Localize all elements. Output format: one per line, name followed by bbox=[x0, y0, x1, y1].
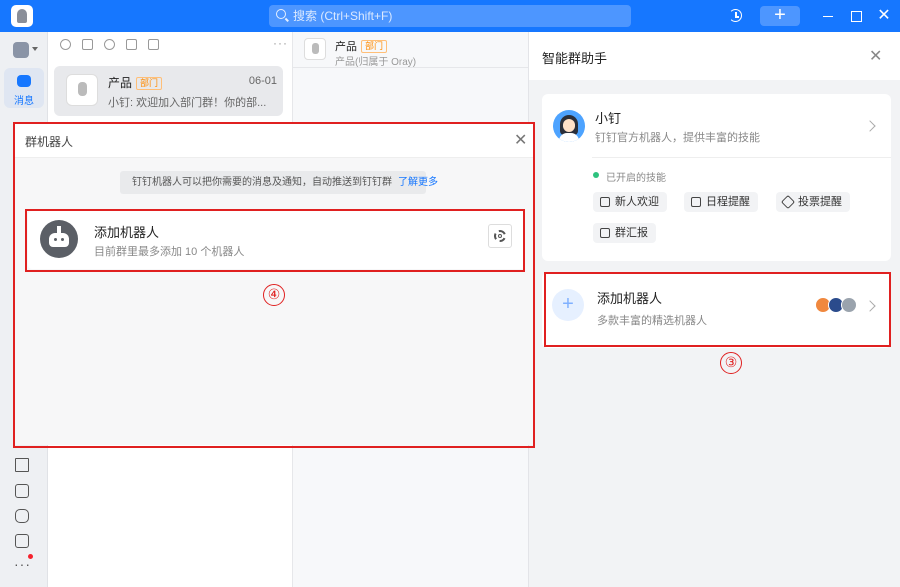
vote-icon bbox=[780, 194, 796, 210]
close-window-button[interactable]: ✕ bbox=[874, 6, 894, 26]
conversation-name: 产品 部门 bbox=[108, 74, 163, 91]
chevron-right-icon[interactable] bbox=[864, 120, 876, 132]
org-switch-icon[interactable] bbox=[13, 42, 29, 58]
annotation-callout-4: ④ bbox=[263, 284, 285, 306]
title-bar: 搜索 (Ctrl+Shift+F) + ✕ bbox=[0, 0, 900, 32]
chat-header: 产品 部门 产品(归属于 Oray) bbox=[293, 32, 528, 68]
folder-icon[interactable] bbox=[15, 534, 29, 548]
history-icon[interactable] bbox=[726, 6, 746, 26]
chat-subtitle: 产品(归属于 Oray) bbox=[335, 57, 417, 68]
skill-chip-schedule[interactable]: 日程提醒 bbox=[684, 192, 758, 212]
annotation-box-4 bbox=[25, 209, 525, 272]
bot-card: 小钉 钉钉官方机器人，提供丰富的技能 已开启的技能 新人欢迎 日程提醒 投票提醒… bbox=[542, 94, 891, 261]
app-logo-icon[interactable] bbox=[11, 5, 33, 27]
department-tag: 部门 bbox=[361, 40, 388, 53]
clock-icon[interactable] bbox=[104, 39, 115, 50]
avatar[interactable] bbox=[553, 110, 585, 142]
tools-icon[interactable] bbox=[15, 458, 29, 472]
panel-title: 智能群助手 bbox=[542, 51, 608, 66]
annotation-callout-3: ③ bbox=[720, 352, 742, 374]
chat-bubble-icon bbox=[17, 75, 31, 87]
conversation-time: 06-01 bbox=[248, 75, 277, 87]
search-input[interactable]: 搜索 (Ctrl+Shift+F) bbox=[269, 5, 631, 27]
skill-chip-report[interactable]: 群汇报 bbox=[593, 223, 656, 243]
divider bbox=[592, 157, 891, 158]
calendar-icon bbox=[691, 197, 701, 207]
message-icon bbox=[600, 197, 610, 207]
close-icon[interactable]: ✕ bbox=[869, 46, 882, 66]
bot-description: 钉钉官方机器人，提供丰富的技能 bbox=[595, 132, 760, 144]
skill-chip-welcome[interactable]: 新人欢迎 bbox=[593, 192, 667, 212]
search-icon bbox=[276, 9, 286, 19]
bot-name[interactable]: 小钉 bbox=[595, 108, 621, 127]
nav-item-messages[interactable]: 消息 bbox=[4, 68, 44, 108]
docs-icon[interactable] bbox=[15, 509, 29, 523]
avatar[interactable] bbox=[304, 38, 326, 60]
assistant-panel-header: 智能群助手 ✕ bbox=[529, 32, 900, 80]
more-icon[interactable]: ··· bbox=[273, 36, 288, 50]
annotation-box-3 bbox=[544, 272, 891, 347]
chat-title: 产品 部门 bbox=[335, 38, 388, 54]
star-icon[interactable] bbox=[82, 39, 93, 50]
report-icon bbox=[600, 228, 610, 238]
mail-icon[interactable] bbox=[15, 484, 29, 498]
status-dot bbox=[593, 172, 599, 178]
skill-chip-vote[interactable]: 投票提醒 bbox=[776, 192, 850, 212]
conversation-preview: 小钉: 欢迎加入部门群！你的部... bbox=[108, 97, 267, 109]
skills-label: 已开启的技能 bbox=[606, 173, 666, 184]
department-tag: 部门 bbox=[136, 77, 163, 90]
search-placeholder: 搜索 (Ctrl+Shift+F) bbox=[293, 9, 393, 23]
list-item[interactable]: 产品 部门 06-01 小钉: 欢迎加入部门群！你的部... bbox=[54, 66, 283, 116]
file-icon[interactable] bbox=[148, 39, 159, 50]
minimize-button[interactable] bbox=[818, 6, 838, 26]
more-icon[interactable]: ··· bbox=[14, 556, 31, 572]
doc-icon[interactable] bbox=[126, 39, 137, 50]
create-plus-button[interactable]: + bbox=[760, 5, 800, 26]
chevron-down-icon[interactable] bbox=[32, 47, 38, 51]
mention-icon[interactable] bbox=[60, 39, 71, 50]
avatar bbox=[66, 74, 98, 106]
nav-item-label: 消息 bbox=[14, 96, 34, 107]
maximize-button[interactable] bbox=[846, 6, 866, 26]
